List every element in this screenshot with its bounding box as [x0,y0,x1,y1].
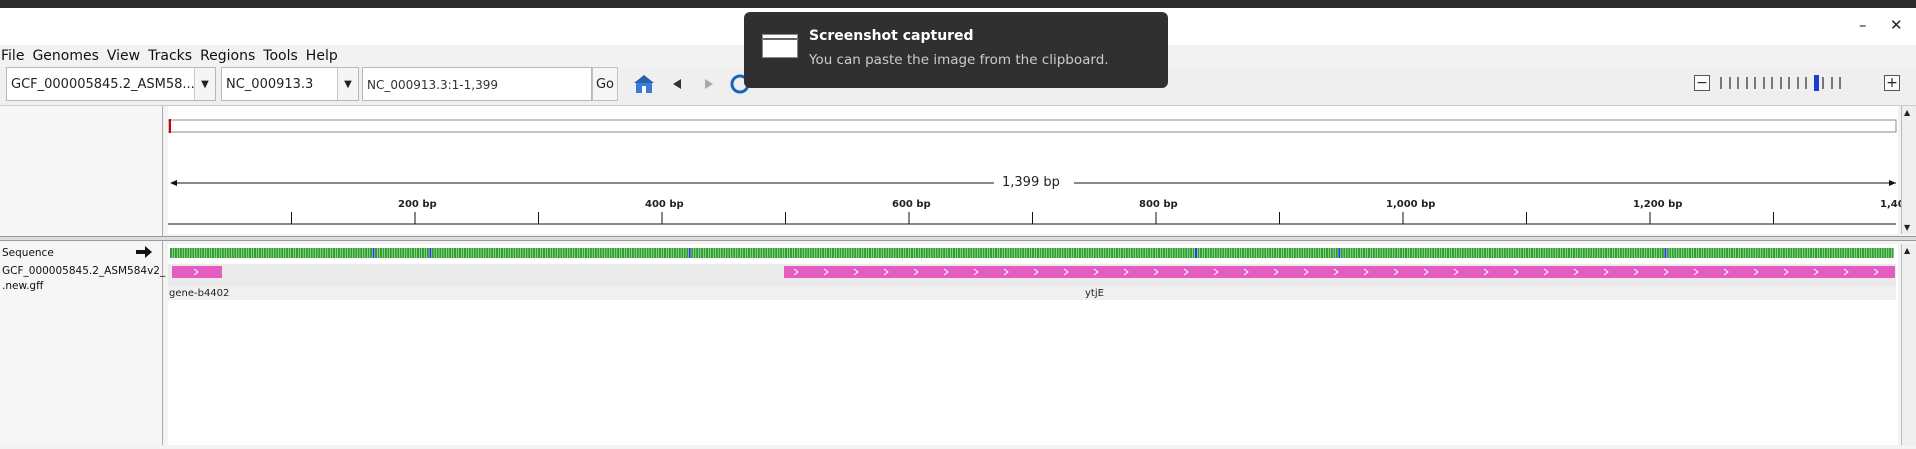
genome-dropdown[interactable]: GCF_000005845.2_ASM58... ▼ [6,67,216,101]
ruler-tick-label: 1,000 bp [1386,199,1436,210]
ruler-svg [167,119,1897,225]
menu-help[interactable]: Help [305,48,345,64]
locus-input[interactable]: NC_000913.3:1-1,399 [362,67,592,101]
feature-label-gene-b4402: gene-b4402 [169,288,230,299]
ruler-tick-label: 200 bp [398,199,437,210]
chromosome-dropdown[interactable]: NC_000913.3 ▼ [221,67,359,101]
chevron-down-icon[interactable]: ▼ [337,68,358,100]
menu-genomes[interactable]: Genomes [31,48,105,64]
panel-divider[interactable] [0,236,1916,241]
ruler-panel: 1,399 bp 200 bp 400 bp 600 bp 800 bp 1,000 b… [167,106,1905,234]
tracks-svg [168,248,1896,300]
minimize-button[interactable]: – [1859,16,1867,34]
forward-icon[interactable] [698,73,720,95]
notification-body: You can paste the image from the clipboa… [809,52,1109,68]
gff-track-label-continued[interactable]: .new.gff [2,280,43,292]
ruler-scrollbar[interactable]: ▲ ▼ [1901,106,1916,234]
menu-file[interactable]: File [0,48,31,64]
back-icon[interactable] [666,73,688,95]
data-scrollbar[interactable]: ▲ [1901,244,1916,445]
gff-track-label[interactable]: GCF_000005845.2_ASM584v2_ [2,265,165,277]
feature-label-ytjE: ytjE [1085,288,1104,299]
region-marker [169,119,171,133]
menu-tracks[interactable]: Tracks [147,48,199,64]
genome-value: GCF_000005845.2_ASM58... [11,76,194,92]
zoom-out-icon[interactable]: − [1694,75,1710,91]
data-panel: gene-b4402 ytjE [168,244,1898,445]
zoom-slider[interactable] [1720,75,1850,93]
sequence-track-label[interactable]: Sequence [2,247,54,259]
ruler-tick-label: 1,200 bp [1633,199,1683,210]
chromosome-ideogram[interactable] [167,119,1897,133]
span-label: 1,399 bp [1002,175,1060,190]
menu-view[interactable]: View [106,48,147,64]
ruler-tick-label: 400 bp [645,199,684,210]
go-button[interactable]: Go [592,67,618,101]
zoom-in-icon[interactable]: + [1884,75,1900,91]
chromosome-value: NC_000913.3 [226,76,314,92]
close-button[interactable]: ✕ [1890,16,1903,34]
menu-tools[interactable]: Tools [262,48,305,64]
strand-arrow-icon[interactable] [136,246,152,262]
top-strip [0,0,1916,8]
home-icon[interactable] [633,73,655,95]
ruler-tick-label: 800 bp [1139,199,1178,210]
screenshot-notification[interactable]: Screenshot captured You can paste the im… [744,12,1168,88]
track-name-panel: Sequence GCF_000005845.2_ASM584v2_ .new.… [0,106,165,445]
ruler-tick-label: 600 bp [892,199,931,210]
menu-regions[interactable]: Regions [199,48,262,64]
sequence-track[interactable] [170,248,1894,258]
notification-title: Screenshot captured [809,28,974,44]
screenshot-thumbnail-icon [762,34,798,58]
feature-gene-b4402[interactable] [172,266,222,278]
chevron-down-icon[interactable]: ▼ [194,68,215,100]
